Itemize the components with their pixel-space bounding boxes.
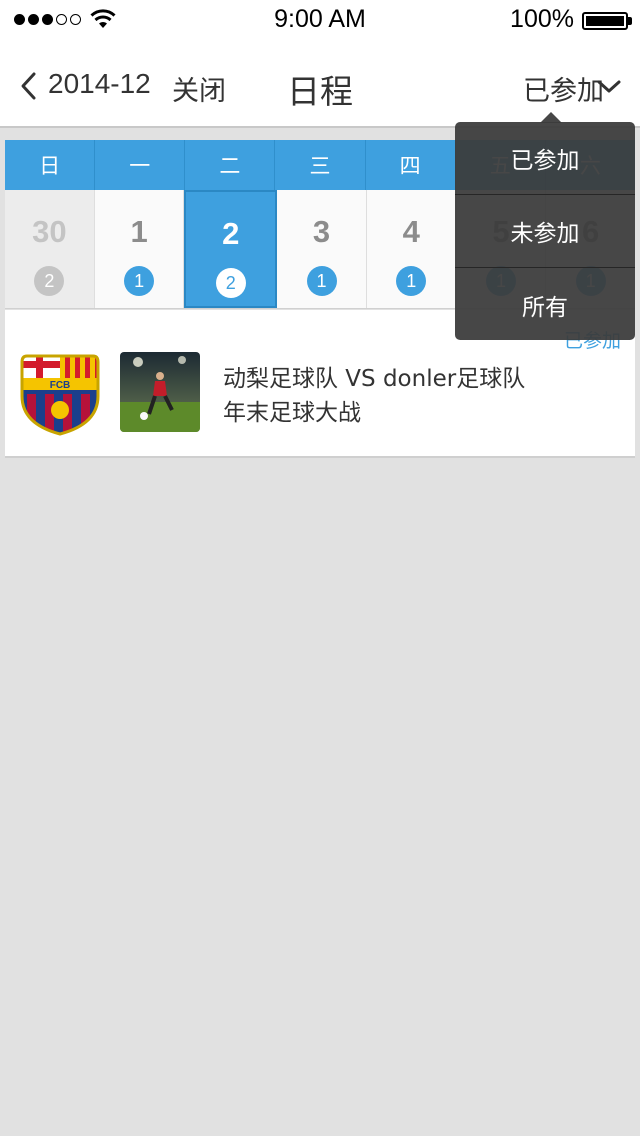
- event-title-line-1: 动梨足球队 VS donler足球队: [223, 366, 526, 392]
- status-bar: 9:00 AM 100%: [0, 0, 640, 40]
- filter-dropdown-menu: 已参加 未参加 所有: [455, 122, 635, 340]
- weekday-sun: 日: [5, 140, 96, 190]
- day-cell-selected[interactable]: 2 2: [184, 190, 278, 308]
- page-title: 日程: [287, 72, 353, 111]
- day-cell[interactable]: 30 2: [5, 190, 95, 308]
- event-count-badge: 2: [34, 266, 65, 296]
- weekday-wed: 三: [275, 140, 366, 190]
- chevron-down-icon[interactable]: [596, 78, 622, 96]
- event-count-badge: 1: [124, 266, 155, 296]
- day-number: 3: [312, 214, 331, 249]
- weekday-tue: 二: [185, 140, 276, 190]
- event-title: 动梨足球队 VS donler足球队 年末足球大战: [223, 362, 525, 430]
- team-crest-icon: FCB: [20, 354, 100, 436]
- day-cell[interactable]: 4 1: [366, 190, 457, 308]
- day-cell[interactable]: 3 1: [277, 190, 367, 308]
- battery-icon: [582, 12, 628, 30]
- month-label[interactable]: 2014-12: [48, 68, 151, 100]
- menu-item-not-joined[interactable]: 未参加: [455, 195, 635, 268]
- close-button[interactable]: 关闭: [172, 69, 226, 108]
- event-count-badge: 2: [215, 268, 246, 298]
- day-number: 4: [402, 214, 420, 249]
- event-thumbnail: [120, 352, 200, 432]
- back-chevron-icon[interactable]: [16, 68, 40, 104]
- weekday-mon: 一: [95, 140, 186, 190]
- battery-percent: 100%: [510, 5, 574, 33]
- filter-button[interactable]: 已参加: [523, 69, 604, 108]
- crest-text: FCB: [50, 380, 71, 391]
- event-count-badge: 1: [306, 266, 337, 296]
- day-number: 30: [32, 214, 67, 249]
- event-count-badge: 1: [396, 266, 427, 296]
- day-number: 1: [130, 214, 148, 249]
- day-number: 2: [222, 216, 240, 251]
- battery-tip: [628, 17, 632, 25]
- event-title-line-2: 年末足球大战: [223, 400, 361, 426]
- day-cell[interactable]: 1 1: [94, 190, 185, 308]
- weekday-thu: 四: [365, 140, 456, 190]
- menu-item-joined[interactable]: 已参加: [455, 122, 635, 195]
- menu-item-all[interactable]: 所有: [455, 268, 635, 341]
